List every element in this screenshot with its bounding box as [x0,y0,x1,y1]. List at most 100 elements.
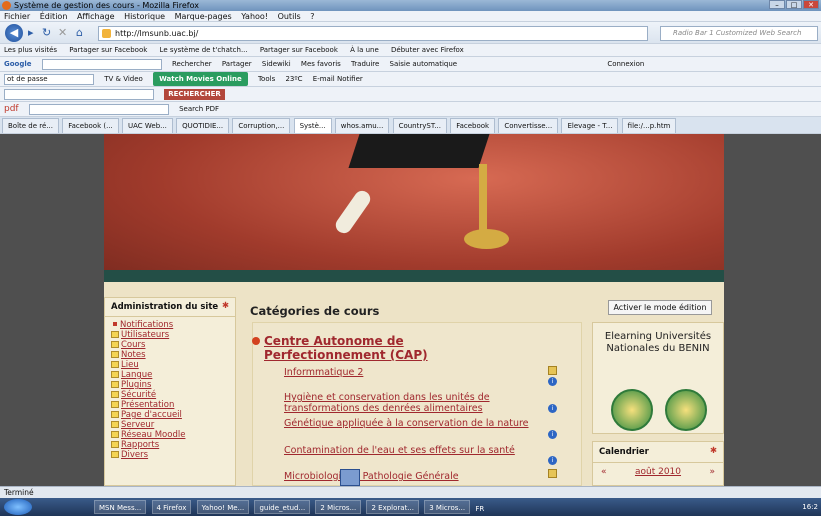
collapse-icon[interactable]: ✱ [222,301,229,311]
bookmark-item[interactable]: Débuter avec Firefox [391,46,464,54]
close-button[interactable]: ✕ [803,0,819,9]
admin-item-rapports[interactable]: Rapports [111,440,229,450]
tab-boite[interactable]: Boîte de ré... [2,118,59,133]
folder-icon [111,351,119,358]
tab-quotidie[interactable]: QUOTIDIE... [176,118,230,133]
tab-uac[interactable]: UAC Web... [122,118,173,133]
next-month-link[interactable]: » [709,467,715,477]
taskbar-item[interactable]: 2 Micros... [315,500,362,514]
tab-whos[interactable]: whos.amu... [334,118,390,133]
menu-historique[interactable]: Historique [124,12,165,21]
minimize-button[interactable]: – [769,0,785,9]
edit-mode-button[interactable]: Activer le mode édition [608,300,712,315]
prev-month-link[interactable]: « [601,467,607,477]
collapse-icon[interactable]: ✱ [710,446,717,456]
admin-item-serveur[interactable]: Serveur [111,420,229,430]
info-icon[interactable]: i [548,456,557,465]
course-link[interactable]: Microbiologie et Pathologie Générale [284,471,554,482]
toolbar1-connexion[interactable]: Connexion [607,60,644,68]
home-icon[interactable]: ⌂ [76,26,83,40]
info-icon[interactable]: i [548,430,557,439]
tab-convertisse[interactable]: Convertisse... [498,118,559,133]
info-icon[interactable]: i [548,377,557,386]
email-notifier-button[interactable]: E-mail Notifier [313,75,363,83]
course-link[interactable]: Contamination de l'eau et ses effets sur… [284,445,554,456]
search-box[interactable]: Radio Bar 1 Customized Web Search [660,26,818,41]
month-link[interactable]: août 2010 [635,467,681,477]
admin-item-cours[interactable]: Cours [111,340,229,350]
toolbar1-rechercher[interactable]: Rechercher [172,60,212,68]
google-search-input[interactable] [41,58,162,70]
tools-button[interactable]: Tools [258,75,275,83]
category-link[interactable]: Centre Autonome de Perfectionnement (CAP… [264,334,428,362]
guest-access-icon[interactable] [548,366,557,375]
menu-yahoo[interactable]: Yahoo! [241,12,268,21]
bookmark-item[interactable]: Partager sur Facebook [69,46,147,54]
tab-systeme[interactable]: Systè... [293,118,332,133]
taskbar-item[interactable]: 4 Firefox [151,500,192,514]
category-heading[interactable]: Centre Autonome de Perfectionnement (CAP… [252,334,514,362]
admin-item-langue[interactable]: Langue [111,370,229,380]
menu-marque-pages[interactable]: Marque-pages [175,12,232,21]
taskbar-item[interactable]: 3 Micros... [424,500,471,514]
toolbar1-favoris[interactable]: Mes favoris [301,60,341,68]
bookmark-item[interactable]: Partager sur Facebook [260,46,338,54]
yahoo-search-input[interactable] [4,88,154,100]
info-icon[interactable]: i [548,404,557,413]
toolbar1-google[interactable]: Google [4,60,32,68]
menu-affichage[interactable]: Affichage [77,12,115,21]
tab-facebook-2[interactable]: Facebook [450,118,496,133]
guest-access-icon[interactable] [548,469,557,478]
admin-item-notifications[interactable]: Notifications [111,320,229,330]
toolbar1-sidewiki[interactable]: Sidewiki [262,60,291,68]
menu-edition[interactable]: Édition [40,12,68,21]
language-indicator[interactable]: FR [475,505,484,513]
tab-corruption[interactable]: Corruption,... [232,118,291,133]
folder-icon [111,331,119,338]
admin-item-lieu[interactable]: Lieu [111,360,229,370]
admin-item-label: Sécurité [121,390,157,400]
admin-item-page-accueil[interactable]: Page d'accueil [111,410,229,420]
url-bar[interactable]: http://lmsunb.uac.bj/ [98,26,648,41]
watch-movies-button[interactable]: Watch Movies Online [153,72,248,86]
menu-outils[interactable]: Outils [278,12,301,21]
maximize-button[interactable]: □ [786,0,802,9]
bookmark-item[interactable]: À la une [350,46,379,54]
toolbar1-traduire[interactable]: Traduire [351,60,379,68]
bookmark-item[interactable]: Le système de t'chatch... [160,46,248,54]
toolbar1-saisie[interactable]: Saisie automatique [390,60,458,68]
admin-item-notes[interactable]: Notes [111,350,229,360]
stop-icon[interactable]: ✕ [58,26,67,40]
reload-icon[interactable]: ↻ [42,26,51,40]
tab-elevage[interactable]: Elevage - T... [561,118,619,133]
pdf-search-input[interactable] [28,103,169,115]
taskbar-item[interactable]: 2 Explorat... [366,500,419,514]
tab-facebook[interactable]: Facebook (... [62,118,119,133]
start-button[interactable] [4,499,32,515]
tab-file[interactable]: file:/...p.htm [621,118,677,133]
back-button[interactable]: ◀ [5,24,23,42]
toolbar1-partager[interactable]: Partager [222,60,252,68]
admin-item-divers[interactable]: Divers [111,450,229,460]
taskbar-item[interactable]: guide_etud... [254,500,311,514]
menu-help[interactable]: ? [310,12,314,21]
course-link[interactable]: Informmatique 2 [284,367,484,378]
admin-item-plugins[interactable]: Plugins [111,380,229,390]
forward-icon[interactable]: ▸ [28,26,34,40]
admin-item-reseau[interactable]: Réseau Moodle [111,430,229,440]
admin-item-securite[interactable]: Sécurité [111,390,229,400]
course-link[interactable]: Hygiène et conservation dans les unités … [284,392,509,414]
admin-item-presentation[interactable]: Présentation [111,400,229,410]
admin-item-utilisateurs[interactable]: Utilisateurs [111,330,229,340]
menu-fichier[interactable]: Fichier [4,12,30,21]
taskbar-item[interactable]: Yahoo! Me... [196,500,250,514]
bookmark-item[interactable]: Les plus visités [4,46,57,54]
weather-readout[interactable]: 23ºC [285,75,302,83]
tab-country[interactable]: CountryST... [392,118,447,133]
search-pdf-button[interactable]: Search PDF [179,105,219,113]
rechercher-button[interactable]: RECHERCHER [164,89,225,100]
course-link[interactable]: Génétique appliquée à la conservation de… [284,418,554,429]
password-field[interactable]: ot de passe [4,73,94,85]
tv-video-button[interactable]: TV & Video [104,75,143,83]
taskbar-item[interactable]: MSN Mess... [94,500,147,514]
